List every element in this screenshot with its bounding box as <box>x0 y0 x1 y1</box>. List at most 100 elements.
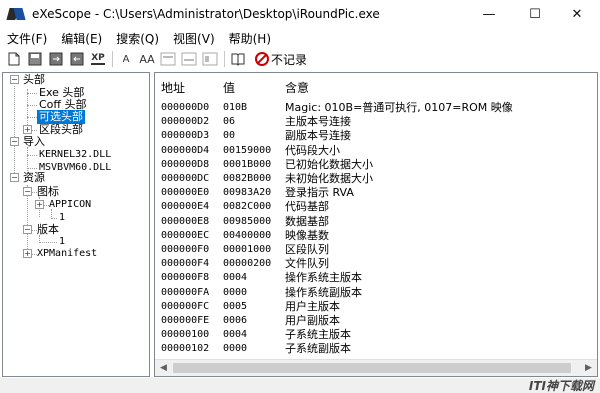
table-row[interactable]: 000000EC 00400000 映像基数 <box>155 229 595 243</box>
scrollbar-thumb[interactable] <box>173 363 571 373</box>
tree-imports[interactable]: 导入 <box>23 135 45 149</box>
table-row[interactable]: 000000D0 010B Magic: 010B=普通可执行, 0107=ROM … <box>155 101 595 115</box>
xp-label: XP <box>91 53 105 65</box>
cell-address: 000000EC <box>161 229 210 241</box>
tree-appicon[interactable]: APPICON <box>49 198 91 212</box>
tree-section-header[interactable]: 区段头部 <box>39 123 83 137</box>
cell-address: 000000D4 <box>161 144 210 156</box>
cell-meaning: 代码基部 <box>285 200 329 214</box>
table-row[interactable]: 000000FC 0005 用户主版本 <box>155 300 595 314</box>
collapse-version-icon[interactable]: − <box>23 225 32 234</box>
cell-meaning: 用户主版本 <box>285 299 340 313</box>
cell-address: 000000D2 <box>161 116 210 128</box>
import-icon[interactable] <box>67 49 87 69</box>
column-meaning[interactable]: 含意 <box>285 79 309 97</box>
expand-xpmanifest-icon[interactable]: + <box>23 249 32 258</box>
dialog2-icon[interactable] <box>179 49 199 69</box>
cell-value: 00983A20 <box>223 187 272 199</box>
horizontal-scrollbar[interactable]: ◀ ▶ <box>155 359 597 376</box>
resource-tree[interactable]: − + − − − + − + 头部 Exe 头部 Coff 头部 可选头部 区… <box>2 72 150 377</box>
table-row[interactable]: 00000102 0000 子系统副版本 <box>155 342 595 356</box>
tree-appicon-1[interactable]: 1 <box>59 211 65 225</box>
cell-value: 00 <box>223 130 236 142</box>
table-row[interactable]: 000000F0 00001000 区段队列 <box>155 243 595 257</box>
table-row[interactable]: 000000DC 0082B000 未初始化数据大小 <box>155 172 595 186</box>
column-address[interactable]: 地址 <box>161 79 185 97</box>
tree-header[interactable]: 头部 <box>23 73 45 87</box>
no-record-label[interactable]: 不记录 <box>271 51 307 68</box>
menu-help[interactable]: 帮助(H) <box>222 30 278 47</box>
collapse-resources-icon[interactable]: − <box>10 173 19 182</box>
tree-resources[interactable]: 资源 <box>23 171 45 185</box>
no-record-icon[interactable] <box>255 52 269 66</box>
font2-label: AA <box>139 52 155 66</box>
help-icon[interactable] <box>228 49 248 69</box>
table-row[interactable]: 000000F4 00000200 文件队列 <box>155 257 595 271</box>
cell-address: 000000F4 <box>161 258 210 270</box>
table-row[interactable]: 000000FE 0006 用户副版本 <box>155 314 595 328</box>
cell-meaning: 已初始化数据大小 <box>285 157 373 171</box>
detail-list[interactable]: 地址 值 含意 000000D0 010B Magic: 010B=普通可执行, 0… <box>154 72 598 377</box>
cell-address: 000000FC <box>161 300 210 312</box>
minimize-button[interactable]: — <box>466 0 512 28</box>
cell-address: 000000E0 <box>161 187 210 199</box>
cell-value: 0004 <box>223 272 248 284</box>
tree-icons[interactable]: 图标 <box>37 185 59 199</box>
table-row[interactable]: 000000E8 00985000 数据基部 <box>155 215 595 229</box>
menu-view[interactable]: 视图(V) <box>166 30 222 47</box>
table-row[interactable]: 000000E0 00983A20 登录指示 RVA <box>155 186 595 200</box>
dialog-icon[interactable] <box>158 49 178 69</box>
tree-xpmanifest[interactable]: XPManifest <box>37 247 97 261</box>
cell-value: 00159000 <box>223 144 272 156</box>
cell-address: 000000F0 <box>161 244 210 255</box>
save-icon[interactable] <box>25 49 45 69</box>
tree-version[interactable]: 版本 <box>37 223 59 237</box>
cell-address: 000000DC <box>161 173 210 184</box>
expand-section-header-icon[interactable]: + <box>23 125 32 134</box>
font-size-icon[interactable]: AA <box>137 49 157 69</box>
table-row[interactable]: 000000D3 00 副版本号连接 <box>155 129 595 143</box>
dialog3-icon[interactable] <box>200 49 220 69</box>
tree-kernel32[interactable]: KERNEL32.DLL <box>39 148 111 162</box>
font-icon[interactable]: A <box>116 49 136 69</box>
tree-msvbvm60[interactable]: MSVBVM60.DLL <box>39 161 111 175</box>
menu-search[interactable]: 搜索(Q) <box>109 30 166 47</box>
table-row[interactable]: 000000D8 0001B000 已初始化数据大小 <box>155 158 595 172</box>
cell-value: 0082B000 <box>223 173 272 184</box>
table-row[interactable]: 000000FA 0000 操作系统副版本 <box>155 286 595 300</box>
cell-address: 000000D3 <box>161 130 210 142</box>
table-row[interactable]: 000000D4 00159000 代码段大小 <box>155 144 595 158</box>
cell-meaning: 操作系统副版本 <box>285 285 362 299</box>
collapse-icons-icon[interactable]: − <box>23 187 32 196</box>
status-bar <box>0 378 600 393</box>
toolbar: XP A AA 不记录 <box>0 48 600 70</box>
collapse-imports-icon[interactable]: − <box>10 137 19 146</box>
scroll-right-icon[interactable]: ▶ <box>580 360 597 376</box>
open-icon[interactable] <box>4 49 24 69</box>
xp-icon[interactable]: XP <box>88 49 108 69</box>
maximize-button[interactable]: ☐ <box>512 0 558 28</box>
scroll-left-icon[interactable]: ◀ <box>155 360 172 376</box>
table-row[interactable]: 000000D2 06 主版本号连接 <box>155 115 595 129</box>
cell-meaning: 代码段大小 <box>285 143 340 157</box>
collapse-header-icon[interactable]: − <box>10 75 19 84</box>
cell-address: 000000FA <box>161 286 210 298</box>
cell-value: 00000200 <box>223 258 272 270</box>
column-value[interactable]: 值 <box>223 79 235 97</box>
table-row[interactable]: 000000F8 0004 操作系统主版本 <box>155 271 595 285</box>
cell-meaning: 未初始化数据大小 <box>285 172 373 185</box>
close-button[interactable]: ✕ <box>554 0 600 28</box>
expand-appicon-icon[interactable]: + <box>35 200 44 209</box>
cell-value: 0001B000 <box>223 158 272 170</box>
cell-address: 00000100 <box>161 329 210 341</box>
menu-bar: 文件(F) 编辑(E) 搜索(Q) 视图(V) 帮助(H) <box>0 28 600 48</box>
table-row[interactable]: 00000100 0004 子系统主版本 <box>155 328 595 342</box>
cell-address: 000000D0 <box>161 102 210 113</box>
cell-value: 00001000 <box>223 244 272 255</box>
tree-optional-header[interactable]: 可选头部 <box>37 110 85 124</box>
export-icon[interactable] <box>46 49 66 69</box>
cell-value: 0000 <box>223 343 248 355</box>
table-row[interactable]: 000000E4 0082C000 代码基部 <box>155 200 595 214</box>
menu-file[interactable]: 文件(F) <box>0 30 54 47</box>
menu-edit[interactable]: 编辑(E) <box>54 30 109 47</box>
